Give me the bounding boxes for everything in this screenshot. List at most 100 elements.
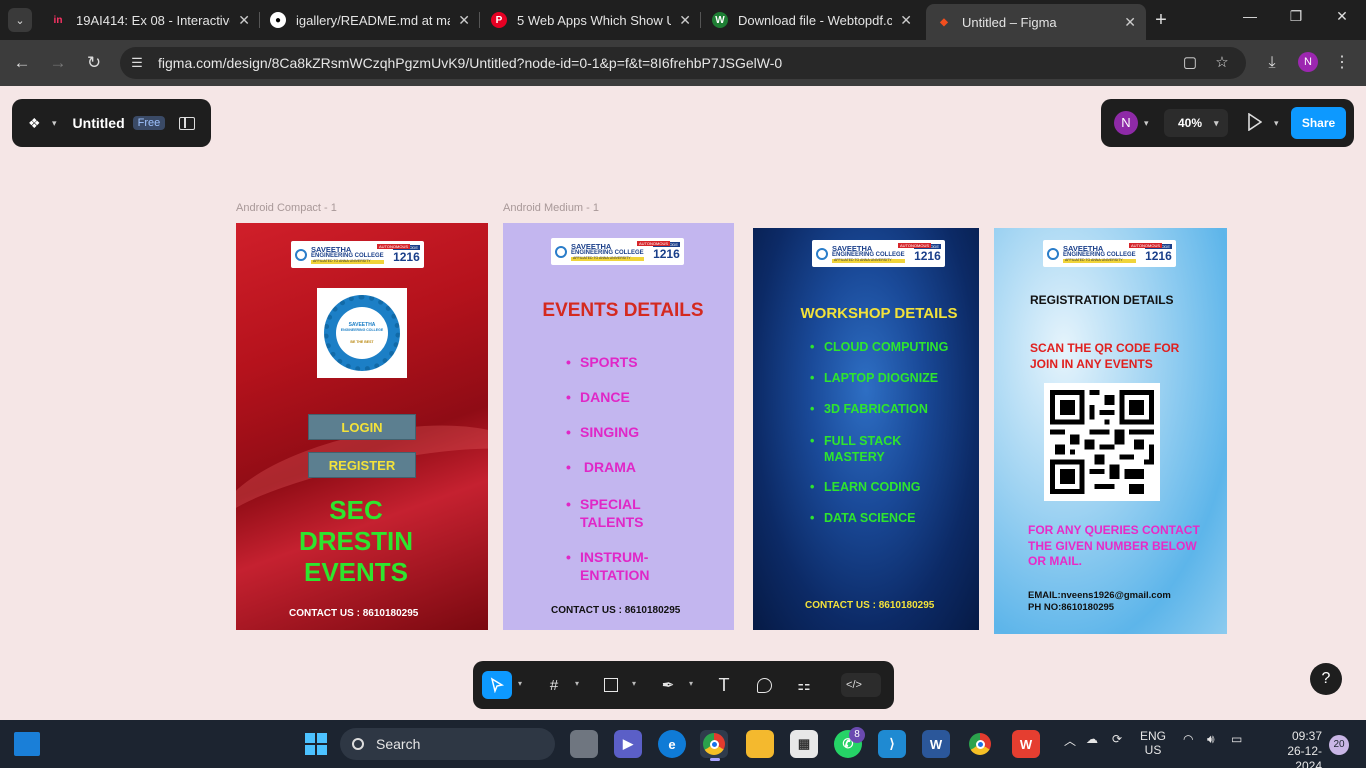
notification-count-badge[interactable]: 20	[1329, 735, 1349, 755]
chrome-active-icon[interactable]	[700, 730, 728, 758]
download-icon[interactable]: ⤓	[1260, 51, 1284, 75]
back-button[interactable]: ←	[10, 51, 34, 75]
forward-button[interactable]: →	[46, 51, 70, 75]
rectangle-icon	[604, 678, 618, 692]
list-item: SPORTS	[566, 354, 637, 370]
file-explorer-icon[interactable]	[746, 730, 774, 758]
tab-title: 19AI414: Ex 08 - Interactive	[76, 12, 231, 28]
user-avatar[interactable]: N	[1114, 111, 1138, 135]
minimize-button[interactable]: —	[1230, 8, 1270, 24]
college-name: SAVEETHA	[571, 241, 612, 251]
frame-login[interactable]: SAVEETHA ENGINEERING COLLEGE AFFILIATED TO…	[236, 223, 488, 630]
frame-hash-icon: #	[549, 676, 559, 694]
file-name[interactable]: Untitled	[73, 115, 125, 131]
dev-mode-toggle[interactable]: </>	[841, 673, 881, 697]
volume-icon[interactable]: 🔊︎	[1207, 732, 1215, 747]
chevron-down-icon[interactable]: ▾	[518, 679, 522, 688]
chrome-icon[interactable]	[966, 730, 994, 758]
frame-events[interactable]: SAVEETHA ENGINEERING COLLEGE AFFILIATED TO…	[503, 223, 734, 630]
frame-tool-button[interactable]: #	[541, 671, 567, 699]
close-icon[interactable]: ✕	[1124, 14, 1136, 31]
site-info-icon[interactable]: ☰	[126, 52, 148, 74]
browser-menu-icon[interactable]: ⋮	[1330, 51, 1354, 75]
qr-code	[1044, 383, 1160, 501]
restore-button[interactable]: ❐	[1276, 8, 1316, 25]
college-code: 1216	[653, 247, 680, 261]
list-item: DANCE	[566, 389, 630, 405]
present-play-icon[interactable]	[1248, 113, 1262, 131]
help-button[interactable]: ?	[1310, 663, 1342, 695]
shape-tool-button[interactable]	[598, 671, 624, 699]
cloud-icon[interactable]: ☁	[1086, 732, 1098, 746]
task-view-icon[interactable]	[570, 730, 598, 758]
new-tab-button[interactable]: +	[1150, 10, 1172, 30]
close-icon[interactable]: ✕	[900, 12, 912, 29]
meet-camera-icon[interactable]: ▶	[614, 730, 642, 758]
start-windows-icon[interactable]	[302, 730, 330, 758]
frame-label[interactable]: Android Compact - 1	[236, 202, 337, 214]
taskbar-search[interactable]: Search	[340, 728, 555, 760]
chevron-down-icon[interactable]: ▾	[1144, 118, 1149, 129]
browser-tab[interactable]: in 19AI414: Ex 08 - Interactive ✕	[40, 4, 260, 36]
close-icon[interactable]: ✕	[458, 12, 470, 29]
figma-canvas[interactable]: ❖ ▾ Untitled Free N ▾ 40% ▾ ▾ Share Andro…	[0, 86, 1366, 720]
store-icon[interactable]: ▦	[790, 730, 818, 758]
close-icon[interactable]: ✕	[238, 12, 250, 29]
frame-workshops[interactable]: SAVEETHA ENGINEERING COLLEGE AFFILIATED TO…	[753, 228, 979, 630]
college-name: SAVEETHA	[1063, 243, 1104, 253]
login-button[interactable]: LOGIN	[308, 414, 416, 440]
move-tool-button[interactable]	[482, 671, 512, 699]
chevron-up-icon[interactable]: ︿	[1064, 732, 1076, 749]
contact-text: CONTACT US : 8610180295	[289, 608, 419, 619]
chevron-down-icon[interactable]: ▾	[52, 118, 57, 129]
battery-icon[interactable]: ▭	[1231, 732, 1242, 746]
widgets-icon[interactable]	[14, 732, 40, 756]
toggle-panel-icon[interactable]	[179, 116, 196, 130]
browser-tab[interactable]: ● igallery/README.md at main ✕	[260, 4, 480, 36]
zoom-dropdown[interactable]: 40% ▾	[1164, 109, 1228, 137]
active-app-indicator	[710, 758, 720, 761]
chevron-down-icon[interactable]: ▾	[575, 679, 579, 688]
code-brackets-icon: </>	[846, 679, 862, 691]
wifi-icon[interactable]: ◠	[1183, 732, 1193, 746]
share-button[interactable]: Share	[1291, 107, 1346, 139]
window-close-button[interactable]: ✕	[1322, 8, 1362, 25]
college-name: SAVEETHA	[311, 244, 352, 254]
clipboard-icon[interactable]: ▢	[1178, 51, 1202, 75]
edge-icon[interactable]: e	[658, 730, 686, 758]
bookmark-star-icon[interactable]: ☆	[1210, 51, 1234, 75]
pen-tool-button[interactable]: ✒	[655, 671, 681, 699]
whatsapp-unread-badge: 8	[849, 727, 865, 743]
address-bar[interactable]: ☰ figma.com/design/8Ca8kZRsmWCzqhPgzmUvK…	[120, 47, 1246, 79]
frame-registration[interactable]: SAVEETHA ENGINEERING COLLEGE AFFILIATED TO…	[994, 228, 1227, 634]
tab-search-button[interactable]: ⌄	[8, 8, 32, 32]
close-icon[interactable]: ✕	[679, 12, 691, 29]
college-emblem-icon	[555, 245, 567, 258]
actions-tool-button[interactable]: ⚏	[791, 671, 817, 699]
chevron-down-icon[interactable]: ▾	[689, 679, 693, 688]
browser-tab[interactable]: P 5 Web Apps Which Show Us ✕	[481, 4, 701, 36]
chevron-down-icon[interactable]: ▾	[1274, 118, 1279, 129]
sync-icon[interactable]: ⟳	[1112, 732, 1122, 746]
wps-office-icon[interactable]: W	[1012, 730, 1040, 758]
event-title-line: DRESTIN	[298, 526, 414, 556]
register-button[interactable]: REGISTER	[308, 452, 416, 478]
word-icon[interactable]: W	[922, 730, 950, 758]
contact-text: CONTACT US : 8610180295	[805, 600, 935, 611]
language-indicator[interactable]: ENG US	[1140, 729, 1166, 757]
registration-title: REGISTRATION DETAILS	[1030, 293, 1174, 307]
workshop-title: WORKSHOP DETAILS	[800, 305, 958, 322]
invision-icon: in	[53, 14, 63, 26]
comment-tool-button[interactable]	[751, 671, 777, 699]
chevron-down-icon[interactable]: ▾	[632, 679, 636, 688]
figma-main-menu-icon[interactable]: ❖	[28, 113, 48, 133]
frame-label[interactable]: Android Medium - 1	[503, 202, 599, 214]
text-tool-button[interactable]: T	[711, 671, 737, 699]
college-banner: SAVEETHA ENGINEERING COLLEGE AFFILIATED TO…	[812, 240, 945, 267]
vscode-icon[interactable]: ⟩	[878, 730, 906, 758]
profile-avatar[interactable]: N	[1298, 52, 1318, 72]
browser-tab[interactable]: W Download file - Webtopdf.co ✕	[702, 4, 922, 36]
clock[interactable]: 09:37 26-12-2024	[1262, 729, 1322, 768]
browser-tab-active[interactable]: ◆ Untitled – Figma ✕	[926, 4, 1146, 40]
reload-button[interactable]: ↻	[82, 51, 106, 75]
